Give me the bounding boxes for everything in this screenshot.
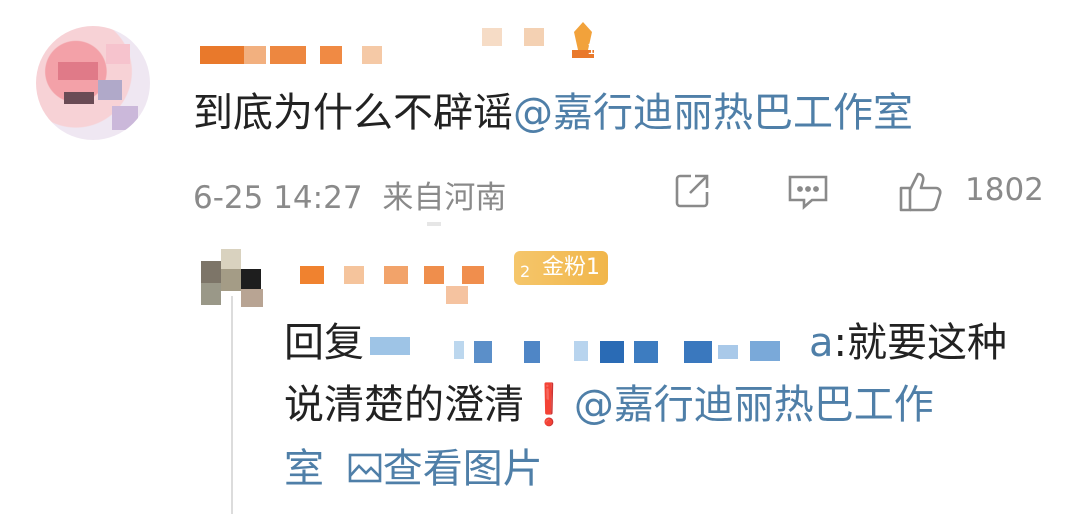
reply-line-1: 回复 a:就要这种 [284, 310, 1007, 368]
level-badge-icon: 1 [568, 20, 598, 60]
reply-text-part1: :就要这种 [833, 320, 1007, 366]
view-image-link[interactable]: 查看图片 [347, 446, 543, 492]
reply-username-obscured[interactable] [300, 266, 510, 306]
reply-target-obscured[interactable] [364, 323, 809, 367]
like-icon[interactable] [898, 168, 944, 214]
like-count: 1802 [965, 172, 1044, 208]
thread-line [231, 296, 233, 514]
reply-line-3: 室 查看图片 [284, 436, 543, 496]
reply-prefix: 回复 [284, 320, 364, 366]
comment-location: 来自河南 [382, 180, 507, 216]
comment-text: 到底为什么不辟谣@嘉行迪丽热巴工作室 [193, 80, 913, 138]
exclamation-icon: ❗ [524, 382, 574, 428]
username-obscured[interactable] [200, 28, 580, 72]
view-image-label[interactable]: 查看图片 [383, 446, 543, 492]
reply-mention-link[interactable]: @嘉行迪丽热巴工作 [574, 382, 934, 428]
level-badge-number: 1 [587, 42, 596, 58]
comment-icon[interactable] [786, 172, 830, 212]
reply-avatar[interactable] [201, 249, 265, 313]
comment-meta: 6-25 14:27 来自河南 [193, 172, 506, 217]
image-icon [347, 450, 383, 496]
fan-badge-level: 2 [520, 262, 531, 281]
reply-mention-link-end[interactable]: 室 [284, 446, 324, 492]
reply-target-suffix[interactable]: a [809, 320, 834, 366]
fan-badge: 2 金粉1 [514, 251, 608, 285]
avatar[interactable] [36, 26, 150, 140]
share-icon[interactable] [673, 170, 713, 210]
divider-tick [427, 222, 441, 226]
comment-body: 到底为什么不辟谣 [193, 90, 513, 136]
reply-text-part2: 说清楚的澄清 [284, 382, 524, 428]
reply-line-2: 说清楚的澄清❗@嘉行迪丽热巴工作 [284, 372, 934, 430]
fan-badge-text: 金粉1 [542, 255, 600, 280]
comment-time: 6-25 14:27 [193, 180, 363, 216]
mention-link[interactable]: @嘉行迪丽热巴工作室 [513, 90, 913, 136]
